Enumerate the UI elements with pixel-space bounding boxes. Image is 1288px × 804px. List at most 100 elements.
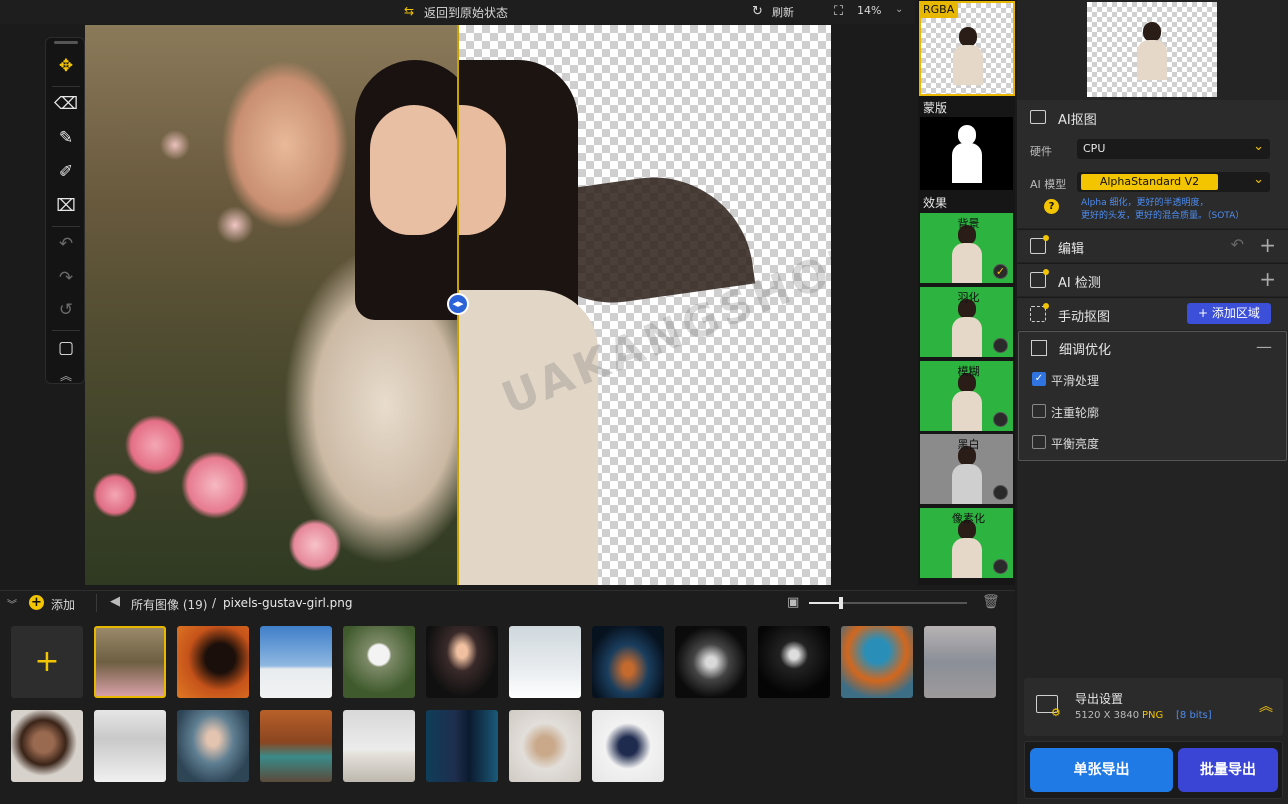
- radio-icon[interactable]: [993, 559, 1008, 574]
- gallery-thumb[interactable]: [924, 626, 996, 698]
- gallery-thumb[interactable]: [260, 710, 332, 782]
- radio-icon[interactable]: [993, 338, 1008, 353]
- contour-checkbox[interactable]: [1032, 404, 1046, 418]
- all-images-link[interactable]: 所有图像 (19): [131, 596, 207, 613]
- help-icon[interactable]: ?: [1044, 199, 1059, 214]
- current-filename: pixels-gustav-girl.png: [223, 596, 353, 610]
- trash-icon[interactable]: 🗑: [982, 594, 1000, 610]
- gallery-thumb[interactable]: [260, 626, 332, 698]
- gallery-thumb-selected[interactable]: [94, 626, 166, 698]
- cutout-dress: [458, 290, 598, 585]
- thumb-size-slider-knob[interactable]: [838, 597, 843, 609]
- zoom-icon[interactable]: ⛶: [834, 4, 843, 19]
- thumb-size-slider-fill: [809, 602, 841, 604]
- image-canvas[interactable]: UAKANGSHOU.COM ◂▸: [85, 25, 831, 585]
- gallery-thumb[interactable]: [343, 710, 415, 782]
- export-dimensions: 5120 X 3840: [1075, 710, 1140, 721]
- expand-up-icon[interactable]: ︽: [1259, 696, 1273, 716]
- chevron-down-icon: ⌄: [1253, 172, 1264, 187]
- add-region-label: 添加区域: [1211, 306, 1260, 320]
- collapse-gallery-icon[interactable]: ︾: [7, 596, 17, 611]
- ai-cutout-section: AI抠图 硬件 CPU ⌄ AI 模型 AlphaStandard V2 ⌄ ?…: [1017, 100, 1288, 228]
- refresh-icon[interactable]: ↻: [752, 4, 763, 19]
- effect-blur[interactable]: 模糊: [920, 361, 1013, 431]
- revert-icon[interactable]: ⇆: [404, 4, 414, 18]
- effect-background[interactable]: 背景 ✓: [920, 213, 1013, 283]
- batch-export-button[interactable]: 批量导出: [1178, 748, 1278, 792]
- edit-title: 编辑: [1058, 242, 1085, 257]
- effect-feather[interactable]: 羽化: [920, 287, 1013, 357]
- gallery-thumb[interactable]: [758, 626, 830, 698]
- ai-cutout-title: AI抠图: [1058, 113, 1097, 128]
- export-settings[interactable]: ⚙ 导出设置 5120 X 3840 PNG [8 bits] ︽: [1024, 678, 1283, 736]
- compare-slider-handle[interactable]: ◂▸: [447, 293, 469, 315]
- move-tool-icon[interactable]: ✥: [52, 52, 80, 80]
- gallery-thumb[interactable]: [177, 710, 249, 782]
- radio-icon[interactable]: [993, 485, 1008, 500]
- smooth-label[interactable]: 平滑处理: [1051, 372, 1099, 389]
- collapse-icon[interactable]: —: [1256, 337, 1272, 356]
- collapse-toolbar-icon[interactable]: ︽: [52, 362, 80, 390]
- layer-strip: RGBA 蒙版 效果 背景 ✓ 羽化 模糊 黑白 像素化: [918, 0, 1015, 585]
- ai-detect-section[interactable]: AI 检测 +: [1017, 263, 1288, 296]
- redo-icon[interactable]: ↷: [52, 264, 80, 292]
- gallery-thumb[interactable]: [509, 626, 581, 698]
- mask-thumbnail[interactable]: [920, 117, 1013, 190]
- gallery-thumb[interactable]: [509, 710, 581, 782]
- hardware-select[interactable]: CPU ⌄: [1077, 139, 1270, 159]
- contour-label[interactable]: 注重轮廓: [1051, 404, 1099, 421]
- add-image-tile[interactable]: +: [11, 626, 83, 698]
- smooth-checkbox[interactable]: ✓: [1032, 372, 1046, 386]
- refine-title: 细调优化: [1059, 343, 1112, 358]
- add-region-button[interactable]: + 添加区域: [1187, 303, 1271, 324]
- refresh-button[interactable]: 刷新: [772, 4, 794, 20]
- gallery-thumb[interactable]: [11, 710, 83, 782]
- model-value: AlphaStandard V2: [1081, 174, 1218, 190]
- cutout-subject: [458, 60, 756, 585]
- undo-icon[interactable]: ↶: [52, 230, 80, 258]
- edit-section[interactable]: 编辑 ↶ +: [1017, 229, 1288, 262]
- fit-view-icon[interactable]: ▢: [52, 334, 80, 362]
- revert-button[interactable]: 返回到原始状态: [424, 4, 508, 21]
- eraser-tool-icon[interactable]: ⌫: [52, 90, 80, 118]
- effect-pixelate[interactable]: 像素化: [920, 508, 1013, 578]
- chevron-down-icon[interactable]: ⌄: [895, 4, 903, 15]
- gallery-thumb[interactable]: [592, 626, 664, 698]
- manual-cutout-section[interactable]: 手动抠图 + 添加区域: [1017, 297, 1288, 330]
- gallery-thumb[interactable]: [177, 626, 249, 698]
- export-title: 导出设置: [1075, 692, 1124, 706]
- pen-tool-icon[interactable]: ✎: [52, 124, 80, 152]
- radio-icon[interactable]: [993, 412, 1008, 427]
- hardware-value: CPU: [1083, 142, 1106, 155]
- back-arrow-icon[interactable]: ◀: [110, 594, 120, 609]
- single-export-button[interactable]: 单张导出: [1030, 748, 1173, 792]
- selected-check-icon[interactable]: ✓: [993, 264, 1008, 279]
- undo-icon[interactable]: ↶: [1231, 235, 1244, 254]
- ai-cutout-icon: [1030, 110, 1046, 124]
- drag-handle[interactable]: [54, 41, 78, 44]
- add-icon[interactable]: +: [1259, 267, 1276, 291]
- gallery-thumb[interactable]: [426, 626, 498, 698]
- gallery-thumb[interactable]: [592, 710, 664, 782]
- gallery-thumb[interactable]: [94, 710, 166, 782]
- reset-icon[interactable]: ↺: [52, 296, 80, 324]
- gallery-thumb[interactable]: [343, 626, 415, 698]
- gallery-thumb[interactable]: [426, 710, 498, 782]
- zoom-level[interactable]: 14%: [857, 4, 881, 17]
- effect-label: 像素化: [952, 512, 985, 525]
- gallery-thumb[interactable]: [841, 626, 913, 698]
- paint-roller-icon[interactable]: ⌧: [52, 192, 80, 220]
- manual-cutout-title: 手动抠图: [1058, 310, 1111, 325]
- add-icon[interactable]: +: [29, 595, 44, 610]
- add-icon[interactable]: +: [1259, 233, 1276, 257]
- model-select[interactable]: AlphaStandard V2 ⌄: [1077, 172, 1270, 192]
- model-description-1: Alpha 细化，更好的半透明度，: [1081, 198, 1209, 208]
- manual-cutout-icon: [1030, 303, 1049, 322]
- effect-grayscale[interactable]: 黑白: [920, 434, 1013, 504]
- add-images-button[interactable]: 添加: [51, 596, 75, 613]
- gallery-thumb[interactable]: [675, 626, 747, 698]
- brightness-checkbox[interactable]: [1032, 435, 1046, 449]
- brush-tool-icon[interactable]: ✐: [52, 158, 80, 186]
- brightness-label[interactable]: 平衡亮度: [1051, 435, 1099, 452]
- refine-icon: [1031, 340, 1047, 356]
